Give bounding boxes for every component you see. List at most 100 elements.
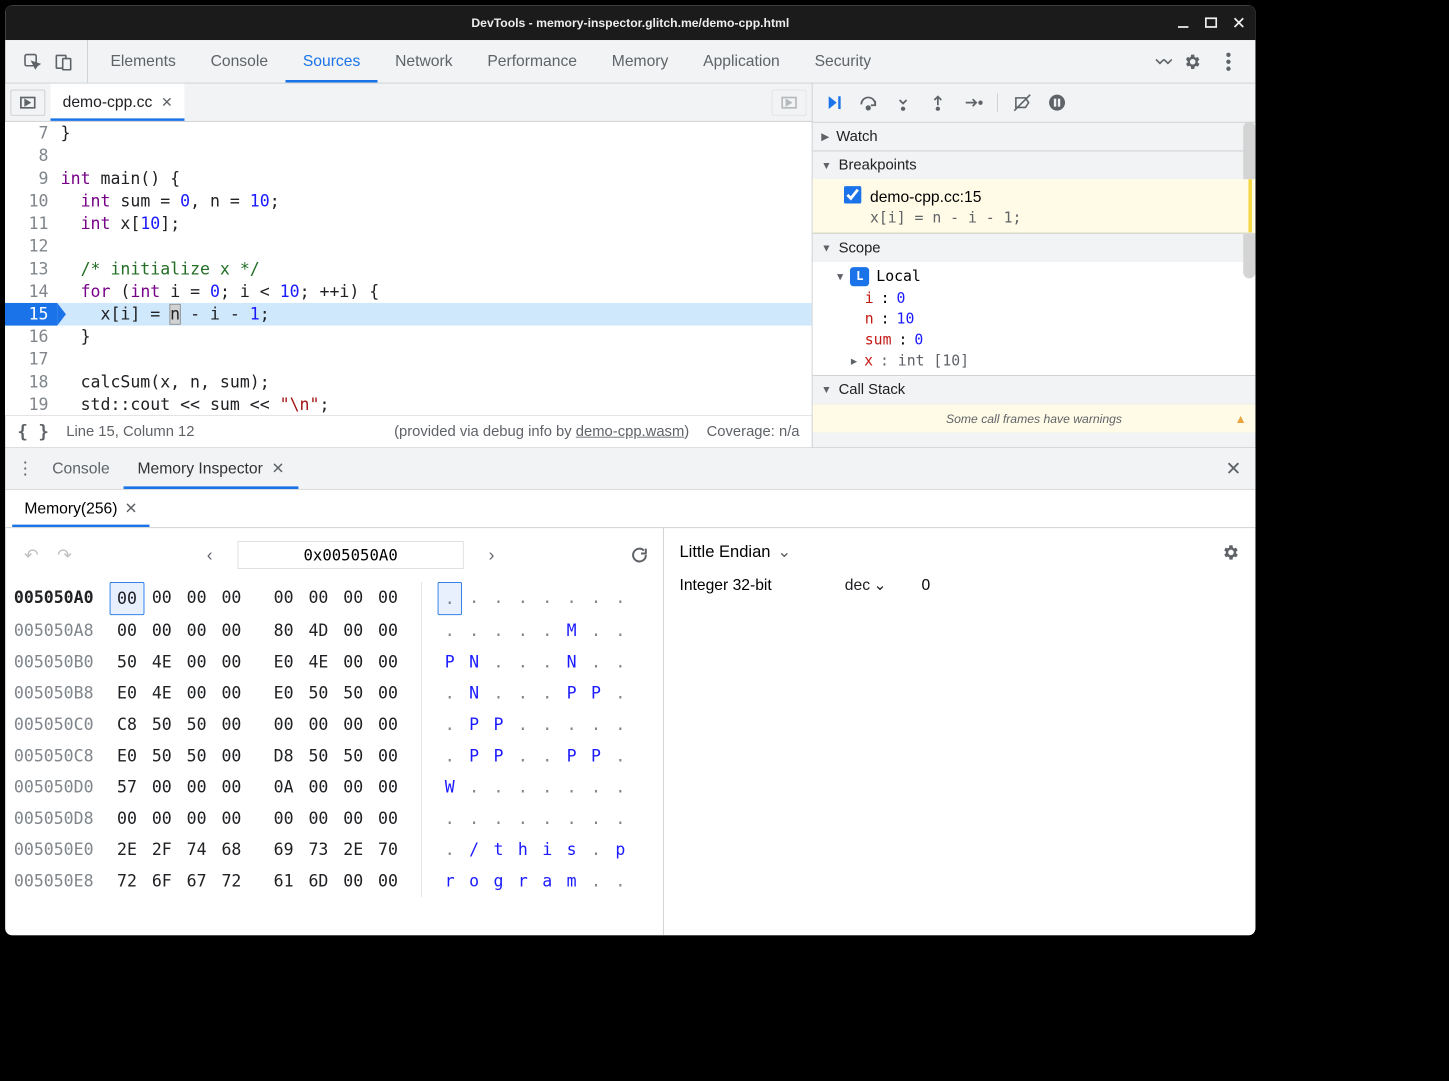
hex-byte[interactable]: 00 (266, 803, 301, 834)
ascii-char[interactable]: P (438, 646, 462, 677)
hex-byte[interactable]: 00 (336, 582, 371, 615)
ascii-char[interactable]: . (584, 834, 608, 865)
hex-byte[interactable]: 00 (371, 709, 406, 740)
ascii-char[interactable]: . (584, 582, 608, 615)
hex-byte[interactable]: 00 (336, 866, 371, 897)
hex-byte[interactable]: 00 (214, 740, 249, 771)
drawer-tab-memory-inspector[interactable]: Memory Inspector✕ (124, 448, 299, 489)
hex-byte[interactable]: 00 (336, 709, 371, 740)
ascii-char[interactable]: . (535, 615, 559, 646)
ascii-char[interactable]: . (608, 646, 632, 677)
wasm-link[interactable]: demo-cpp.wasm (576, 423, 685, 440)
hex-byte[interactable]: 72 (214, 866, 249, 897)
ascii-char[interactable]: . (535, 772, 559, 803)
ascii-char[interactable]: . (511, 615, 535, 646)
page-prev-icon[interactable]: ‹ (197, 545, 221, 565)
ascii-char[interactable]: p (608, 834, 632, 865)
ascii-char[interactable]: . (608, 866, 632, 897)
page-next-icon[interactable]: › (479, 545, 503, 565)
ascii-char[interactable]: o (462, 866, 486, 897)
ascii-char[interactable]: r (438, 866, 462, 897)
ascii-char[interactable]: a (535, 866, 559, 897)
hex-byte[interactable]: 00 (371, 615, 406, 646)
ascii-char[interactable]: . (486, 803, 510, 834)
kebab-menu-icon[interactable] (1214, 47, 1244, 77)
ascii-char[interactable]: . (511, 772, 535, 803)
hex-byte[interactable]: 00 (214, 772, 249, 803)
window-minimize-button[interactable] (1175, 15, 1191, 31)
scope-section-header[interactable]: ▼Scope (813, 233, 1256, 262)
ascii-char[interactable]: i (535, 834, 559, 865)
ascii-char[interactable]: h (511, 834, 535, 865)
ascii-char[interactable]: . (511, 678, 535, 709)
hex-byte[interactable]: D8 (266, 740, 301, 771)
close-memory-tab-icon[interactable]: ✕ (124, 499, 137, 517)
breakpoint-item[interactable]: demo-cpp.cc:15 x[i] = n - i - 1; (813, 179, 1256, 233)
hex-byte[interactable]: 00 (179, 678, 214, 709)
tab-performance[interactable]: Performance (470, 40, 594, 83)
ascii-char[interactable]: . (584, 866, 608, 897)
ascii-char[interactable]: . (608, 582, 632, 615)
ascii-char[interactable]: N (462, 678, 486, 709)
hex-byte[interactable]: 2E (110, 834, 145, 865)
code-editor[interactable]: 7} 8 9int main() { 10 int sum = 0, n = 1… (5, 122, 811, 415)
ascii-char[interactable]: . (462, 803, 486, 834)
more-tabs-icon[interactable] (1148, 47, 1178, 77)
window-maximize-button[interactable] (1203, 15, 1219, 31)
ascii-char[interactable]: P (584, 678, 608, 709)
ascii-char[interactable]: P (559, 678, 583, 709)
tab-sources[interactable]: Sources (285, 40, 377, 83)
step-out-button[interactable] (924, 89, 952, 117)
hex-byte[interactable]: 00 (371, 803, 406, 834)
hex-byte[interactable]: 00 (110, 615, 145, 646)
address-input[interactable] (238, 541, 464, 569)
hex-byte[interactable]: 69 (266, 834, 301, 865)
ascii-char[interactable]: . (608, 615, 632, 646)
hex-byte[interactable]: 00 (336, 803, 371, 834)
hex-byte[interactable]: 4E (144, 646, 179, 677)
hex-byte[interactable]: 00 (336, 615, 371, 646)
drawer-close-icon[interactable]: ✕ (1218, 457, 1248, 480)
endianness-selector[interactable]: Little Endian (679, 542, 770, 561)
hex-byte[interactable]: 00 (301, 772, 336, 803)
ascii-char[interactable]: . (462, 582, 486, 615)
hex-byte[interactable]: 00 (179, 772, 214, 803)
scope-var-sum[interactable]: sum: 0 (813, 330, 1256, 351)
ascii-char[interactable]: . (608, 709, 632, 740)
hex-byte[interactable]: 50 (179, 740, 214, 771)
ascii-char[interactable]: . (486, 615, 510, 646)
hex-byte[interactable]: 00 (144, 803, 179, 834)
tab-security[interactable]: Security (797, 40, 888, 83)
deactivate-breakpoints-button[interactable] (1008, 89, 1036, 117)
ascii-char[interactable]: . (584, 772, 608, 803)
ascii-char[interactable]: g (486, 866, 510, 897)
tab-network[interactable]: Network (378, 40, 470, 83)
hex-byte[interactable]: 00 (179, 646, 214, 677)
ascii-char[interactable]: P (559, 740, 583, 771)
hex-byte[interactable]: E0 (266, 646, 301, 677)
drawer-tab-console[interactable]: Console (38, 448, 123, 489)
step-into-button[interactable] (889, 89, 917, 117)
hex-byte[interactable]: 72 (110, 866, 145, 897)
drawer-more-icon[interactable]: ⋮ (12, 458, 38, 480)
hex-byte[interactable]: 6D (301, 866, 336, 897)
hex-byte[interactable]: 50 (144, 740, 179, 771)
ascii-char[interactable]: . (535, 740, 559, 771)
hex-byte[interactable]: 00 (214, 615, 249, 646)
ascii-char[interactable]: . (486, 678, 510, 709)
ascii-char[interactable]: . (462, 772, 486, 803)
hex-byte[interactable]: 00 (144, 772, 179, 803)
pretty-print-icon[interactable]: { } (17, 421, 48, 442)
scope-var-i[interactable]: i: 0 (813, 288, 1256, 309)
ascii-char[interactable]: . (438, 582, 462, 615)
ascii-char[interactable]: . (438, 803, 462, 834)
ascii-char[interactable]: . (584, 803, 608, 834)
breakpoints-section-header[interactable]: ▼Breakpoints (813, 151, 1256, 180)
hex-byte[interactable]: 00 (214, 646, 249, 677)
hex-byte[interactable]: 00 (214, 803, 249, 834)
ascii-char[interactable]: . (559, 772, 583, 803)
ascii-char[interactable]: . (535, 803, 559, 834)
hex-byte[interactable]: 74 (179, 834, 214, 865)
ascii-char[interactable]: . (559, 709, 583, 740)
hex-byte[interactable]: 00 (371, 772, 406, 803)
